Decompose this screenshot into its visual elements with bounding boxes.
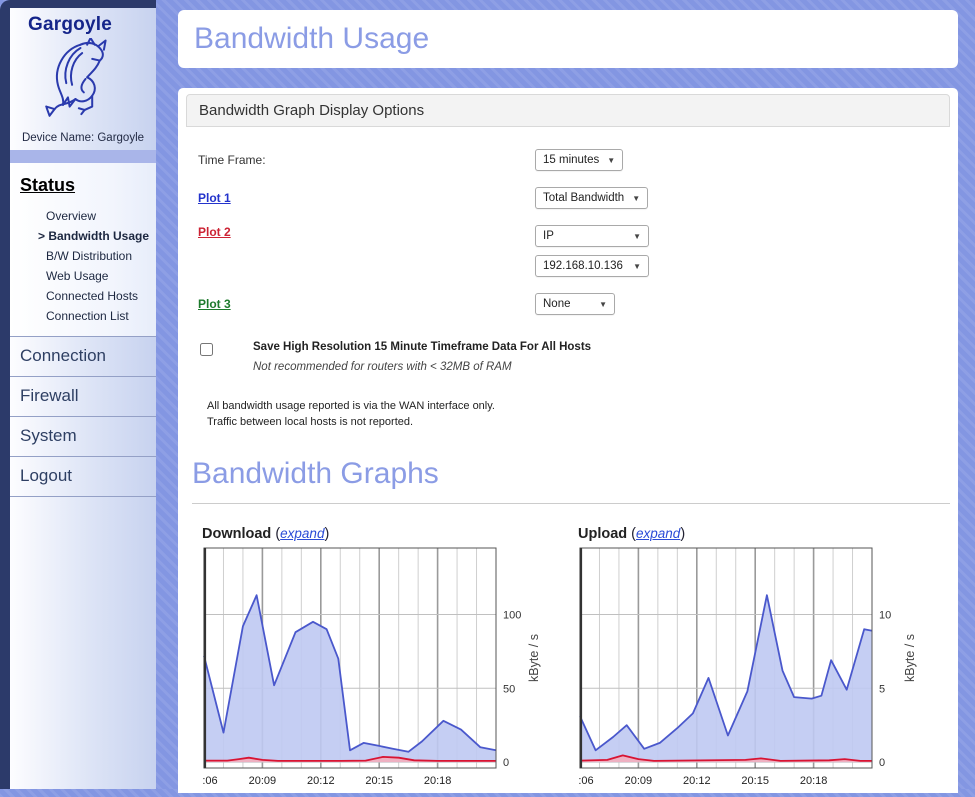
svg-text:20:12: 20:12	[683, 775, 711, 787]
svg-text:kByte / s: kByte / s	[527, 634, 541, 682]
download-graph-block: Download (expand) 0 50 100 kByte / s :06 20:0…	[202, 526, 552, 797]
time-frame-row: Time Frame: 15 minutes ▼	[198, 149, 938, 171]
plot1-link[interactable]: Plot 1	[198, 191, 231, 205]
plot2-label-cell: Plot 2	[198, 225, 535, 239]
gargoyle-logo	[27, 38, 139, 130]
plot2-link[interactable]: Plot 2	[198, 225, 231, 239]
status-menu: Overview> Bandwidth UsageB/W Distributio…	[10, 204, 156, 330]
sidebar-inner: Gargoyle Device Name: Gargoyle	[10, 8, 156, 789]
upload-graph-header: Upload (expand)	[578, 526, 928, 542]
page: { "sidebar": { "logo_title": "Gargoyle",…	[0, 0, 975, 789]
plot2-type-select[interactable]: IP ▼	[535, 225, 649, 247]
save-hires-label: Save High Resolution 15 Minute Timeframe…	[253, 341, 591, 353]
plot3-type-select[interactable]: None ▼	[535, 293, 615, 315]
time-frame-label: Time Frame:	[198, 153, 535, 167]
upload-graph-title: Upload	[578, 526, 627, 542]
sidebar-separator	[10, 150, 156, 163]
sidebar-section-status: Status Overview> Bandwidth UsageB/W Dist…	[10, 163, 156, 336]
page-title: Bandwidth Usage	[194, 22, 429, 56]
sidebar-item-bandwidth-usage[interactable]: > Bandwidth Usage	[10, 226, 156, 246]
content-card: Bandwidth Graph Display Options Time Fra…	[178, 88, 958, 793]
sidebar: Gargoyle Device Name: Gargoyle	[0, 0, 156, 789]
svg-text:100: 100	[503, 609, 521, 621]
save-hires-text: Save High Resolution 15 Minute Timeframe…	[253, 341, 591, 373]
upload-graph: 0 5 10 kByte / s :06 20:09 20:12 20:15 20:18	[578, 546, 928, 797]
caret-down-icon: ▼	[599, 300, 607, 309]
save-hires-row: Save High Resolution 15 Minute Timeframe…	[198, 341, 938, 373]
paren-close: )	[680, 526, 685, 542]
svg-text:0: 0	[879, 757, 885, 769]
upload-expand-link[interactable]: expand	[636, 526, 680, 541]
sidebar-item-b-w-distribution[interactable]: B/W Distribution	[10, 246, 156, 266]
download-expand-link[interactable]: expand	[280, 526, 324, 541]
svg-text:5: 5	[879, 683, 885, 695]
sidebar-item-web-usage[interactable]: Web Usage	[10, 266, 156, 286]
sidebar-heading-status[interactable]: Status	[10, 163, 156, 204]
wan-note-line2: Traffic between local hosts is not repor…	[207, 415, 938, 431]
svg-text:kByte / s: kByte / s	[903, 634, 917, 682]
plot2-ip-value: 192.168.10.136	[543, 260, 623, 272]
svg-text:20:09: 20:09	[249, 775, 277, 787]
sidebar-section-firewall[interactable]: Firewall	[10, 376, 156, 416]
sidebar-section-system[interactable]: System	[10, 416, 156, 456]
svg-text:20:18: 20:18	[424, 775, 452, 787]
download-graph: 0 50 100 kByte / s :06 20:09 20:12 20:15 20:18	[202, 546, 552, 797]
download-graph-header: Download (expand)	[202, 526, 552, 542]
plot2-ip-select[interactable]: 192.168.10.136 ▼	[535, 255, 649, 277]
svg-text:20:09: 20:09	[625, 775, 653, 787]
options-fieldset-body: Time Frame: 15 minutes ▼ Plot 1 Total Ba…	[186, 127, 950, 443]
time-frame-select[interactable]: 15 minutes ▼	[535, 149, 623, 171]
svg-text:10: 10	[879, 609, 891, 621]
plot3-row: Plot 3 None ▼	[198, 293, 938, 315]
options-fieldset-header: Bandwidth Graph Display Options	[186, 94, 950, 127]
paren-close: )	[324, 526, 329, 542]
svg-text::06: :06	[202, 775, 217, 787]
graphs-section-heading: Bandwidth Graphs	[192, 453, 950, 504]
svg-text:20:15: 20:15	[365, 775, 393, 787]
svg-text:50: 50	[503, 683, 515, 695]
sidebar-section-logout[interactable]: Logout	[10, 456, 156, 497]
caret-down-icon: ▼	[633, 262, 641, 271]
svg-text::06: :06	[578, 775, 593, 787]
plot2-row: Plot 2 IP ▼ 192.168.10.136 ▼	[198, 225, 938, 277]
sidebar-section-connection[interactable]: Connection	[10, 336, 156, 376]
device-name: Device Name: Gargoyle	[10, 132, 156, 150]
sidebar-sections: ConnectionFirewallSystemLogout	[10, 336, 156, 497]
svg-text:0: 0	[503, 757, 509, 769]
svg-text:20:12: 20:12	[307, 775, 335, 787]
save-hires-checkbox[interactable]	[200, 343, 213, 356]
upload-graph-block: Upload (expand) 0 5 10 kByte / s :06 20:09 20:…	[578, 526, 928, 797]
plot2-type-value: IP	[543, 230, 554, 242]
sidebar-item-connected-hosts[interactable]: Connected Hosts	[10, 286, 156, 306]
sidebar-item-connection-list[interactable]: Connection List	[10, 306, 156, 326]
save-hires-note: Not recommended for routers with < 32MB …	[253, 361, 591, 373]
plot2-selects: IP ▼ 192.168.10.136 ▼	[535, 225, 649, 277]
logo-box: Gargoyle Device Name: Gargoyle	[10, 8, 156, 150]
sidebar-item-overview[interactable]: Overview	[10, 206, 156, 226]
options-fieldset: Bandwidth Graph Display Options Time Fra…	[186, 94, 950, 443]
graphs-row: Download (expand) 050100kByte / s:0620:0…	[186, 504, 950, 797]
plot1-label-cell: Plot 1	[198, 191, 535, 205]
svg-text:20:18: 20:18	[800, 775, 828, 787]
caret-down-icon: ▼	[633, 232, 641, 241]
plot3-type-value: None	[543, 298, 571, 310]
svg-text:20:15: 20:15	[741, 775, 769, 787]
page-header-card: Bandwidth Usage	[178, 10, 958, 68]
plot1-type-select[interactable]: Total Bandwidth ▼	[535, 187, 648, 209]
wan-note: All bandwidth usage reported is via the …	[207, 399, 938, 431]
caret-down-icon: ▼	[607, 156, 615, 165]
plot3-link[interactable]: Plot 3	[198, 297, 231, 311]
logo-title: Gargoyle	[28, 14, 156, 36]
wan-note-line1: All bandwidth usage reported is via the …	[207, 399, 938, 415]
time-frame-value: 15 minutes	[543, 154, 599, 166]
plot3-label-cell: Plot 3	[198, 297, 535, 311]
plot1-row: Plot 1 Total Bandwidth ▼	[198, 187, 938, 209]
download-graph-title: Download	[202, 526, 271, 542]
caret-down-icon: ▼	[632, 194, 640, 203]
plot1-type-value: Total Bandwidth	[543, 192, 624, 204]
main-content: Bandwidth Usage Bandwidth Graph Display …	[178, 0, 958, 793]
